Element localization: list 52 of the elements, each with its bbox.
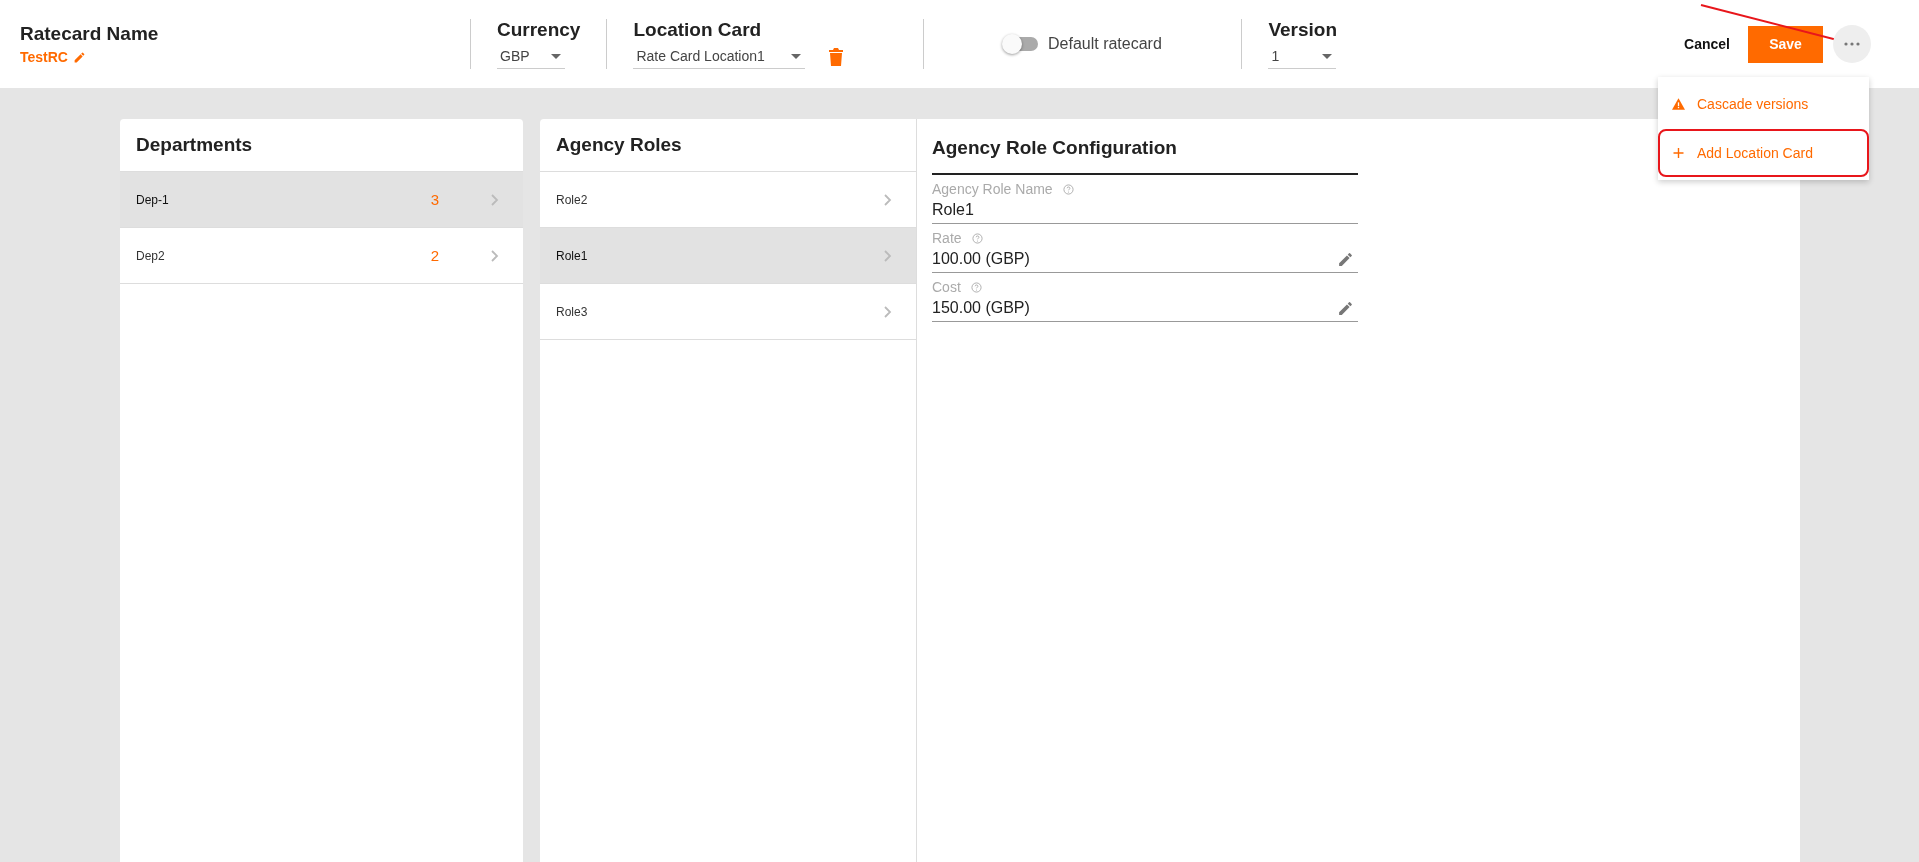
cancel-button[interactable]: Cancel bbox=[1674, 28, 1740, 60]
agency-role-name: Role3 bbox=[556, 304, 589, 319]
chevron-right-icon bbox=[884, 249, 892, 262]
configuration-field[interactable]: Agency Role Name Role1 bbox=[932, 175, 1358, 224]
currency-label: Currency bbox=[497, 19, 581, 41]
department-row[interactable]: Dep-1 3 bbox=[120, 172, 523, 228]
more-options-button[interactable] bbox=[1833, 25, 1871, 63]
ratecard-name: TestRC bbox=[20, 49, 68, 65]
configuration-field[interactable]: Cost 150.00 (GBP) bbox=[932, 273, 1358, 322]
caret-down-icon bbox=[551, 53, 561, 59]
caret-down-icon bbox=[1322, 53, 1333, 59]
chevron-right-icon bbox=[491, 249, 499, 262]
default-ratecard-label: Default ratecard bbox=[1048, 35, 1162, 53]
role-count: 2 bbox=[430, 247, 439, 264]
field-value: Role1 bbox=[932, 201, 974, 219]
configuration-field[interactable]: Rate 100.00 (GBP) bbox=[932, 224, 1358, 273]
pencil-icon[interactable] bbox=[1337, 250, 1354, 268]
field-label: Agency Role Name bbox=[932, 181, 1053, 197]
chevron-right-icon bbox=[491, 193, 499, 206]
agency-role-row[interactable]: Role1 bbox=[540, 228, 916, 284]
agency-role-name: Role2 bbox=[556, 192, 589, 207]
location-card-label: Location Card bbox=[633, 19, 763, 41]
help-icon[interactable] bbox=[971, 232, 983, 244]
configuration-title: Agency Role Configuration bbox=[932, 137, 1358, 175]
role-count: 3 bbox=[430, 191, 439, 208]
plus-icon bbox=[1672, 147, 1685, 159]
trash-icon[interactable] bbox=[829, 48, 844, 66]
chevron-right-icon bbox=[884, 305, 892, 318]
department-row[interactable]: Dep2 2 bbox=[120, 228, 523, 284]
agency-role-name: Role1 bbox=[556, 248, 589, 263]
version-label: Version bbox=[1268, 19, 1338, 41]
warning-icon bbox=[1672, 98, 1685, 110]
ratecard-name-label: Ratecard Name bbox=[20, 23, 160, 45]
location-card-dropdown[interactable]: Rate Card Location1 bbox=[633, 45, 806, 69]
field-value: 150.00 (GBP) bbox=[932, 299, 1030, 317]
department-name: Dep2 bbox=[136, 248, 166, 263]
caret-down-icon bbox=[791, 53, 802, 59]
pencil-icon[interactable] bbox=[72, 50, 86, 64]
version-dropdown[interactable]: 1 bbox=[1268, 45, 1337, 69]
chevron-right-icon bbox=[884, 193, 892, 206]
field-label: Cost bbox=[932, 279, 961, 295]
pencil-icon[interactable] bbox=[1337, 299, 1354, 317]
department-name: Dep-1 bbox=[136, 192, 170, 207]
field-label: Rate bbox=[932, 230, 962, 246]
help-icon[interactable] bbox=[970, 281, 982, 293]
field-value: 100.00 (GBP) bbox=[932, 250, 1030, 268]
panel-title: Agency Roles bbox=[540, 119, 916, 172]
help-icon[interactable] bbox=[1062, 183, 1074, 195]
agency-role-row[interactable]: Role3 bbox=[540, 284, 916, 340]
default-ratecard-toggle[interactable] bbox=[1004, 37, 1038, 51]
ellipsis-icon bbox=[1844, 42, 1860, 46]
currency-dropdown[interactable]: GBP bbox=[497, 45, 565, 69]
